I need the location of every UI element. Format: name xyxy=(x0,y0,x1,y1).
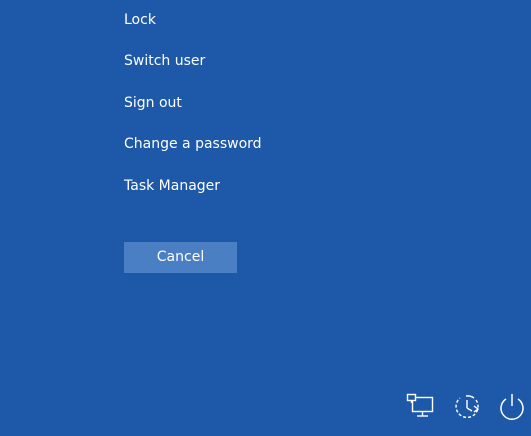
change-password-option[interactable]: Change a password xyxy=(124,135,262,153)
network-icon[interactable] xyxy=(404,390,438,424)
cancel-button[interactable]: Cancel xyxy=(124,242,237,273)
ctrl-alt-del-screen: Lock Switch user Sign out Change a passw… xyxy=(0,0,531,436)
lock-option[interactable]: Lock xyxy=(124,11,156,29)
power-icon[interactable] xyxy=(495,390,529,424)
sign-out-option[interactable]: Sign out xyxy=(124,94,182,112)
task-manager-option[interactable]: Task Manager xyxy=(124,177,220,195)
switch-user-option[interactable]: Switch user xyxy=(124,52,205,70)
ease-of-access-icon[interactable] xyxy=(450,390,484,424)
